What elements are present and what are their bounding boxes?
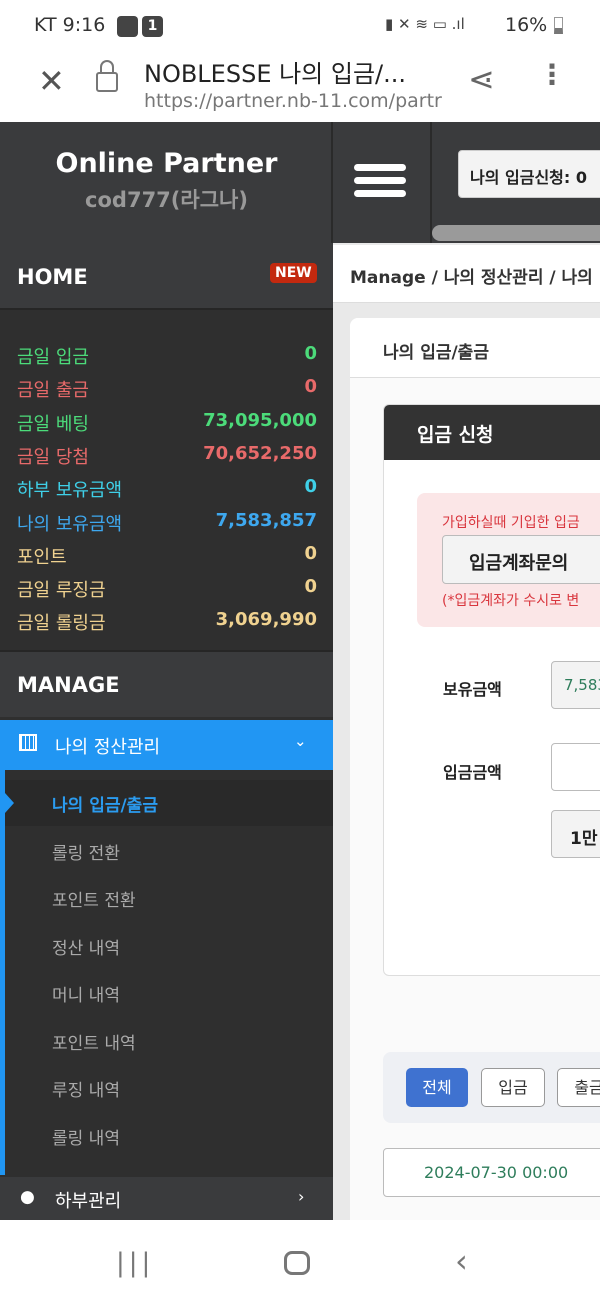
user-name: cod777(라그나) [85,188,248,212]
stat-row: 하부 보유금액 0 [17,476,317,502]
stat-value: 7,583,857 [215,509,317,531]
chevron-right-icon: › [298,1187,305,1206]
home-icon[interactable] [284,1251,310,1275]
stat-value: 0 [304,576,317,598]
stat-label: 하부 보유금액 [17,480,123,502]
panel-title: 입금 신청 [384,405,600,460]
stat-value: 0 [304,476,317,498]
stat-value: 73,095,000 [203,409,317,431]
app-header: Online Partner cod777(라그나) 나의 입금신청: 0 [0,122,600,243]
sidebar-subitem[interactable]: 롤링 내역 [52,1124,120,1149]
filter-all-button[interactable]: 전체 [406,1068,468,1107]
stat-label: 금일 입금 [17,347,89,368]
sidebar-home[interactable]: HOME NEW [0,243,333,310]
notification-count: 1 [142,16,163,37]
hamburger-menu-icon[interactable] [354,164,406,200]
new-badge: NEW [270,263,317,283]
brand-title: Online Partner [55,148,278,179]
sidebar-subitem[interactable]: 롤링 전환 [52,839,120,864]
filter-deposit-button[interactable]: 입금 [481,1068,545,1107]
status-bar: KT 9:16 1 ▮ ✕ ≋ ▭ .ıl 16% [0,0,600,50]
stat-value: 0 [304,542,317,564]
sidebar-item-settlement[interactable]: 나의 정산관리 ⌄ [0,720,333,770]
stat-label: 금일 베팅 [17,413,89,435]
stat-label: 금일 당첨 [17,446,89,468]
page-title: NOBLESSE 나의 입금/... [144,60,407,88]
stat-label: 금일 루징금 [17,580,106,602]
breadcrumb: Manage / 나의 정산관리 / 나의 [333,245,600,303]
filter-bar: 전체 입금 출금 [383,1052,600,1123]
share-icon[interactable]: ⋖ [468,60,495,98]
sidebar-subitem[interactable]: 머니 내역 [52,981,120,1006]
carrier-time: KT 9:16 [34,14,106,36]
start-date-input[interactable]: 2024-07-30 00:00 [383,1148,600,1197]
back-icon[interactable]: ‹ [455,1242,468,1280]
stat-row: 금일 루징금 0 [17,576,317,602]
stat-label: 나의 보유금액 [17,513,123,535]
browser-toolbar: ✕ NOBLESSE 나의 입금/... https://partner.nb-… [0,50,600,122]
android-nav-bar: ||| ‹ [0,1220,600,1300]
sidebar-subitem[interactable]: 정산 내역 [52,934,120,959]
close-icon[interactable]: ✕ [38,62,65,100]
stat-row: 나의 보유금액 7,583,857 [17,510,317,536]
stat-row: 포인트 0 [17,543,317,569]
main-content: Manage / 나의 정산관리 / 나의 나의 입금/출금 입금 신청 가입하… [333,243,600,1220]
stat-value: 0 [304,343,317,364]
amount-label: 입금금액 [443,763,502,782]
stat-label: 포인트 [17,546,67,568]
battery-level: 16% [505,14,548,36]
stat-value: 3,069,990 [215,609,317,631]
content-card: 나의 입금/출금 입금 신청 가입하실때 기입한 입금 입금계좌문의 (*입금계… [350,318,600,1220]
stat-label: 금일 출금 [17,380,89,402]
lock-icon [96,72,118,92]
account-inquiry-button[interactable]: 입금계좌문의 [442,535,600,584]
url-text[interactable]: https://partner.nb-11.com/partr [144,90,442,112]
sidebar: HOME NEW 금일 입금 0 금일 출금 0 금일 베팅 73,095,000 금일 당… [0,243,333,1220]
stat-row: 금일 출금 0 [17,376,317,402]
stat-row: 금일 베팅 73,095,000 [17,410,317,436]
sidebar-subitem[interactable]: 나의 입금/출금 [52,791,158,816]
card-title: 나의 입금/출금 [350,318,600,378]
stat-value: 0 [304,376,317,398]
amount-input[interactable] [551,743,600,791]
stat-value: 70,652,250 [203,442,317,464]
system-icons: ▮ ✕ ≋ ▭ .ıl [385,15,465,33]
notice-box: 가입하실때 기입한 입금 입금계좌문의 (*입금계좌가 수시로 변 [417,493,600,627]
deposit-panel: 입금 신청 가입하실때 기입한 입금 입금계좌문의 (*입금계좌가 수시로 변 … [383,404,600,976]
sidebar-item-sub-manage[interactable]: ● 하부관리 › [0,1177,333,1220]
horizontal-scrollbar[interactable] [432,225,600,241]
sidebar-subitem[interactable]: 루징 내역 [52,1076,120,1101]
stat-row: 금일 입금 0 [17,343,317,369]
sidebar-manage-heading: MANAGE [0,650,333,717]
quick-amount-10k-button[interactable]: 1만 [551,810,600,858]
battery-icon [554,17,563,34]
calculator-icon [19,734,37,751]
more-menu-icon[interactable]: ⋮ [538,58,566,91]
filter-withdraw-button[interactable]: 출금 [557,1068,600,1107]
deposit-request-button[interactable]: 나의 입금신청: 0 [458,150,600,198]
balance-field: 7,583 [551,661,600,709]
sidebar-subitem[interactable]: 포인트 전환 [52,886,136,911]
recent-apps-icon[interactable]: ||| [116,1248,154,1278]
sidebar-subitem[interactable]: 포인트 내역 [52,1029,136,1054]
app-notification-icon [117,16,138,37]
stat-label: 금일 롤링금 [17,613,106,635]
stat-row: 금일 당첨 70,652,250 [17,443,317,469]
balance-label: 보유금액 [443,680,502,699]
user-icon: ● [20,1187,35,1207]
chevron-down-icon: ⌄ [294,732,307,750]
active-indicator [5,793,14,813]
stat-row: 금일 롤링금 3,069,990 [17,609,317,635]
